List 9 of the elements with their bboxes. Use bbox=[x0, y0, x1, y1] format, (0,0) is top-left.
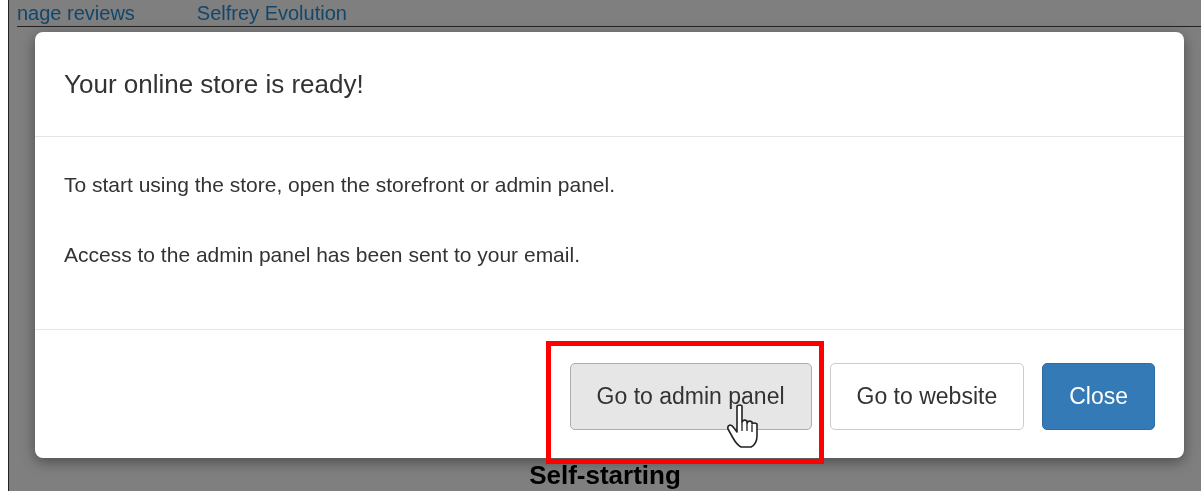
nav-link[interactable]: Selfrey Evolution bbox=[196, 2, 347, 26]
dialog-button[interactable]: Go to admin panel bbox=[569, 362, 812, 430]
dialog-button[interactable]: Go to website bbox=[829, 362, 1025, 430]
dialog-title: Your online store is ready! bbox=[64, 68, 364, 100]
dialog-message: Access to the admin panel has been sent to your email. bbox=[64, 243, 581, 267]
close-button[interactable]: Close bbox=[1042, 362, 1155, 430]
page-heading: Self-starting bbox=[529, 460, 681, 490]
nav-link[interactable]: nage reviews bbox=[17, 2, 135, 26]
dialog-message: To start using the store, open the storefront or admin panel. bbox=[64, 173, 616, 197]
